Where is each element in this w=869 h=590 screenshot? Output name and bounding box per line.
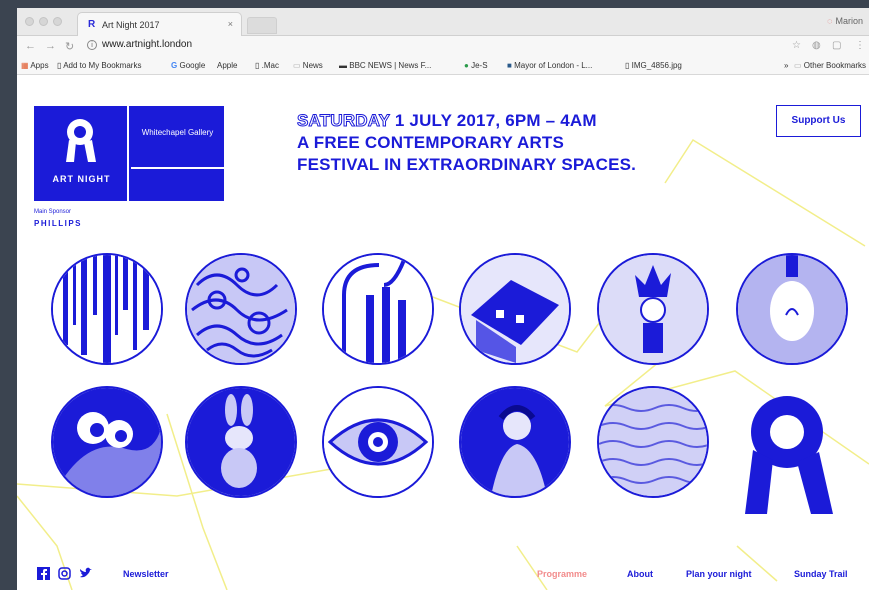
- sponsor-phillips[interactable]: PHILLIPS: [34, 219, 82, 228]
- whitechapel-logo[interactable]: Whitechapel Gallery: [131, 106, 224, 169]
- bookmark-apps[interactable]: ▦ Apps: [21, 61, 49, 70]
- back-icon[interactable]: ←: [25, 40, 36, 52]
- tilted-house-artwork[interactable]: [459, 253, 571, 365]
- bookmark-apple[interactable]: Apple: [217, 61, 237, 70]
- page-content: ART NIGHT Whitechapel Gallery Main Spons…: [17, 76, 869, 590]
- pipes-sculpture-artwork[interactable]: [322, 253, 434, 365]
- googly-eyes-artwork[interactable]: [51, 386, 163, 498]
- bookmark-overflow[interactable]: »: [784, 61, 788, 70]
- new-tab-button[interactable]: [247, 17, 277, 34]
- bookmark-news[interactable]: ▭ News: [293, 61, 323, 70]
- close-window-button[interactable]: [25, 17, 34, 26]
- profile-name: Marion: [835, 16, 863, 26]
- headline-line3: FESTIVAL IN EXTRAORDINARY SPACES.: [297, 155, 637, 174]
- star-icon[interactable]: ☆: [792, 40, 801, 51]
- nav-sunday-trail[interactable]: Sunday Trail: [794, 569, 848, 579]
- nav-plan-your-night[interactable]: Plan your night: [686, 569, 752, 579]
- bookmarks-bar: ▦ Apps ▯ Add to My Bookmarks G Google Ap…: [17, 58, 869, 75]
- browser-tab[interactable]: R Art Night 2017 ×: [77, 12, 242, 36]
- minimize-window-button[interactable]: [39, 17, 48, 26]
- support-us-button[interactable]: Support Us: [776, 105, 861, 137]
- address-bar-row: ← → ↻ i www.artnight.london ☆ ◍ ▢ ⋮: [17, 36, 869, 58]
- instagram-icon[interactable]: [58, 567, 71, 580]
- eye-illustration-artwork[interactable]: [322, 386, 434, 498]
- bookmark-mac[interactable]: ▯ .Mac: [255, 61, 279, 70]
- newsletter-link[interactable]: Newsletter: [123, 569, 169, 579]
- bookmark-mayor[interactable]: ■ Mayor of London - L...: [507, 61, 592, 70]
- mayor-icon: ■: [507, 61, 512, 70]
- headline-line2: A FREE CONTEMPORARY ARTS: [297, 133, 565, 152]
- bookmark-bbc[interactable]: ▬ BBC NEWS | News F...: [339, 61, 431, 70]
- site-info-icon[interactable]: i: [87, 40, 97, 50]
- twitter-icon[interactable]: [79, 567, 92, 580]
- folder-icon: ▭: [293, 61, 301, 70]
- zoom-window-button[interactable]: [53, 17, 62, 26]
- lightbulb-artwork[interactable]: [736, 253, 848, 365]
- extension-icon[interactable]: ◍: [812, 40, 821, 51]
- bookmark-jes[interactable]: ● Je-S: [464, 61, 488, 70]
- woman-portrait-artwork[interactable]: [459, 386, 571, 498]
- extension-icon-2[interactable]: ▢: [832, 40, 841, 51]
- hero-headline: SATURDAY 1 JULY 2017, 6PM – 4AM A FREE C…: [297, 110, 636, 176]
- swirl-pattern-artwork[interactable]: [185, 253, 297, 365]
- menu-icon[interactable]: ⋮: [855, 40, 865, 51]
- favicon-icon: R: [88, 19, 96, 30]
- tab-title: Art Night 2017: [102, 20, 160, 30]
- art-night-r-icon: [66, 119, 96, 162]
- jes-icon: ●: [464, 61, 469, 70]
- balloon-rabbit-artwork[interactable]: [185, 386, 297, 498]
- browser-window: R Art Night 2017 × ◌ Marion ← → ↻ i www.ar…: [17, 8, 869, 590]
- nav-about[interactable]: About: [627, 569, 653, 579]
- sponsor-label: Main Sponsor: [34, 209, 72, 215]
- bbc-icon: ▬: [339, 61, 347, 70]
- user-icon: ◌: [827, 16, 833, 26]
- folder-icon: ▭: [794, 61, 802, 70]
- headline-day: SATURDAY: [297, 111, 391, 131]
- url-text: www.artnight.london: [102, 39, 193, 50]
- url-field[interactable]: i www.artnight.london: [87, 39, 192, 50]
- art-night-r-icon-large[interactable]: [739, 394, 835, 514]
- reload-icon[interactable]: ↻: [65, 40, 74, 53]
- profile-button[interactable]: ◌ Marion: [827, 16, 863, 26]
- bookmark-other[interactable]: ▭ Other Bookmarks: [794, 61, 866, 70]
- water-texture-artwork[interactable]: [597, 386, 709, 498]
- tab-bar: R Art Night 2017 × ◌ Marion: [17, 8, 869, 36]
- apps-icon: ▦: [21, 61, 29, 70]
- bookmark-google[interactable]: G Google: [171, 61, 205, 70]
- tab-close-icon[interactable]: ×: [228, 19, 233, 29]
- bookmark-img[interactable]: ▯ IMG_4856.jpg: [625, 61, 682, 70]
- facebook-icon[interactable]: [37, 567, 50, 580]
- google-icon: G: [171, 61, 178, 70]
- logo-text: ART NIGHT: [52, 174, 111, 184]
- bookmark-add[interactable]: ▯ Add to My Bookmarks: [57, 61, 141, 70]
- logo-art-night[interactable]: ART NIGHT: [34, 106, 129, 201]
- forward-icon[interactable]: →: [45, 40, 56, 52]
- headline-date: 1 JULY 2017, 6PM – 4AM: [389, 111, 597, 130]
- vertical-streak-artwork[interactable]: [51, 253, 163, 365]
- nav-programme[interactable]: Programme: [537, 569, 587, 579]
- flame-figure-artwork[interactable]: [597, 253, 709, 365]
